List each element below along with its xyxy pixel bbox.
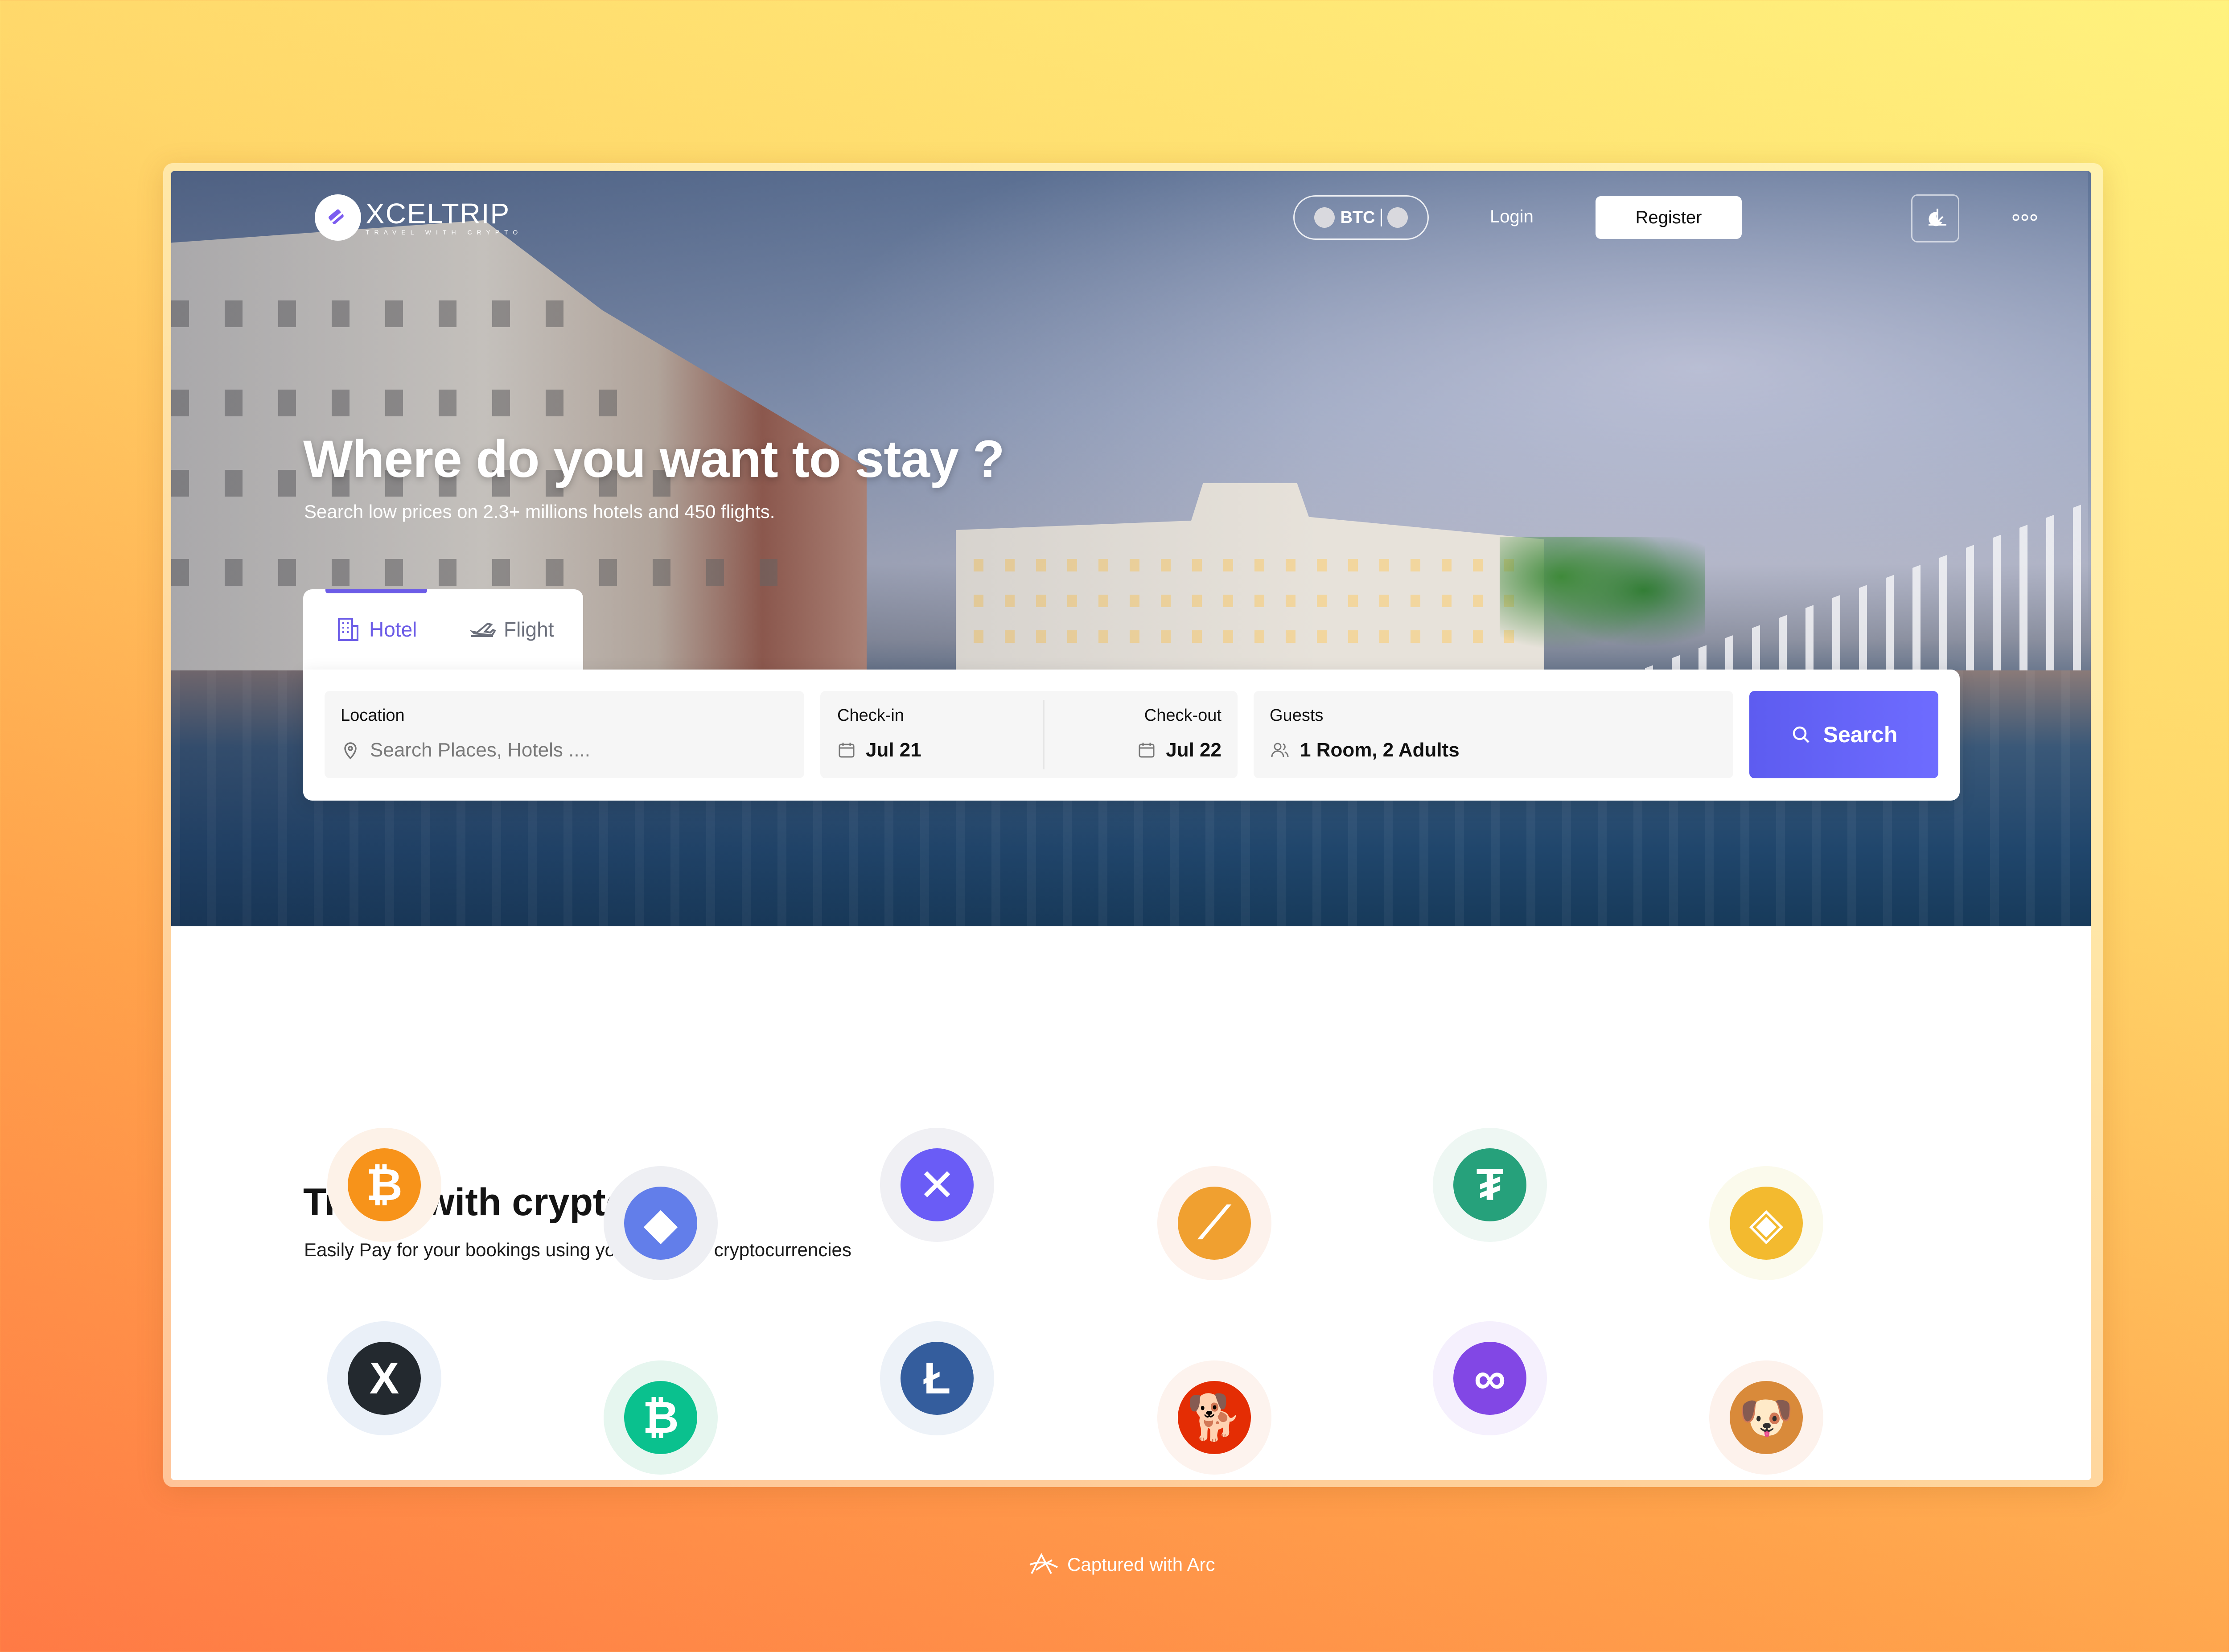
polygon-coin-icon: ∞: [1433, 1321, 1547, 1435]
binance-coin-icon: ◈: [1709, 1166, 1823, 1280]
guests-value: 1 Room, 2 Adults: [1300, 739, 1460, 761]
plane-icon: [469, 622, 496, 637]
tab-hotel-label: Hotel: [369, 618, 417, 641]
moon-icon: [1929, 212, 1942, 226]
logo-icon: [315, 194, 361, 241]
active-tab-indicator: [325, 589, 427, 593]
login-link[interactable]: Login: [1490, 207, 1534, 227]
page-window: XCELTRIP TRAVEL WITH CRYPTO BTC Login Re…: [171, 171, 2091, 1480]
hotel-icon: [338, 618, 358, 641]
xceltoken-coin-icon: ✕: [880, 1128, 994, 1242]
baby-doge-coin-icon: 🐶: [1709, 1360, 1823, 1475]
capture-footer: Captured with Arc: [1028, 1551, 1215, 1578]
calendar-icon: [839, 743, 855, 758]
search-button[interactable]: Search: [1749, 691, 1938, 778]
section-subtitle: Easily Pay for your bookings using your …: [304, 1239, 851, 1260]
checkout-label: Check-out: [1144, 706, 1221, 725]
date-field[interactable]: Check-in Jul 21 Check-out Jul 22: [820, 691, 1238, 778]
arc-logo-icon: [1029, 1553, 1058, 1574]
tab-flight-label: Flight: [504, 618, 554, 641]
theme-toggle-button[interactable]: [1911, 194, 1959, 242]
guests-field[interactable]: Guests 1 Room, 2 Adults: [1254, 691, 1733, 778]
location-field[interactable]: Location Search Places, Hotels ....: [325, 691, 804, 778]
ethereum-coin-icon: ◆: [604, 1166, 718, 1280]
bitcoin-cash-coin-icon: ₿: [604, 1360, 718, 1475]
currency-selector[interactable]: BTC: [1293, 195, 1429, 240]
browser-frame: XCELTRIP TRAVEL WITH CRYPTO BTC Login Re…: [163, 163, 2103, 1487]
aragon-coin-icon: ⟋: [1157, 1166, 1271, 1280]
coin-icon: [1314, 207, 1335, 228]
bitcoin-coin-icon: ₿: [327, 1128, 441, 1242]
guests-label: Guests: [1270, 706, 1324, 725]
register-button[interactable]: Register: [1596, 196, 1742, 239]
search-tabs: Hotel Flight: [303, 589, 583, 683]
tether-coin-icon: ₮: [1433, 1128, 1547, 1242]
location-label: Location: [341, 706, 405, 725]
hero-subtitle: Search low prices on 2.3+ millions hotel…: [304, 501, 775, 522]
checkout-input[interactable]: Jul 22: [1137, 739, 1221, 761]
more-icon[interactable]: [2011, 203, 2039, 232]
location-input[interactable]: Search Places, Hotels ....: [370, 739, 590, 761]
currency-label: BTC: [1340, 208, 1375, 227]
litecoin-coin-icon: Ł: [880, 1321, 994, 1435]
users-icon: [1271, 743, 1289, 757]
tab-hotel[interactable]: Hotel: [334, 607, 417, 652]
checkin-label: Check-in: [837, 706, 904, 725]
tab-flight[interactable]: Flight: [468, 607, 554, 652]
hero-title: Where do you want to stay ?: [303, 430, 1005, 489]
xrp-coin-icon: X: [327, 1321, 441, 1435]
brand-tagline: TRAVEL WITH CRYPTO: [366, 229, 523, 236]
hero-banner: XCELTRIP TRAVEL WITH CRYPTO BTC Login Re…: [171, 171, 2091, 926]
search-icon: [1793, 726, 1810, 743]
search-card: Location Search Places, Hotels .... Chec…: [303, 670, 1960, 801]
checkin-input[interactable]: Jul 21: [837, 739, 921, 761]
brand-name: XCELTRIP: [366, 197, 510, 230]
brand-logo[interactable]: XCELTRIP TRAVEL WITH CRYPTO: [315, 194, 522, 241]
shiba-inu-coin-icon: 🐕: [1157, 1360, 1271, 1475]
coin-icon: [1387, 207, 1408, 228]
map-pin-icon: [344, 742, 357, 760]
calendar-icon: [1139, 743, 1155, 758]
